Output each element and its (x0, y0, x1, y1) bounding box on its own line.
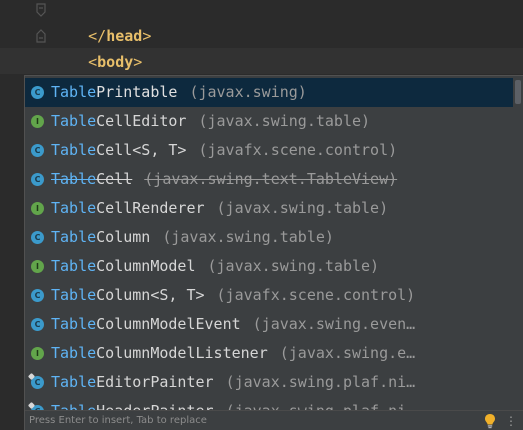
completion-item[interactable]: C TableColumnModelEvent (javax.swing.even… (25, 310, 513, 339)
completion-item-name: ColumnModel (96, 257, 196, 275)
completion-item-package: (javafx.scene.control) (198, 141, 398, 159)
class-icon: C (31, 173, 44, 186)
completion-item-match: Table (51, 228, 97, 246)
completion-scrollbar[interactable] (513, 78, 523, 412)
completion-item-name: EditorPainter (96, 373, 214, 391)
completion-item-package: (javax.swing) (189, 83, 307, 101)
footer-hint: Press Enter to insert, Tab to replace (29, 415, 207, 426)
completion-footer: Press Enter to insert, Tab to replace ⋮ (25, 410, 523, 430)
completion-item-match: Table (51, 257, 97, 275)
completion-item-name: Cell (96, 170, 133, 188)
code-line-body-open[interactable]: <body> (52, 23, 142, 71)
completion-item[interactable]: I TableColumnModel (javax.swing.table) (25, 252, 513, 281)
completion-item-match: Table (51, 344, 97, 362)
interface-icon: I (31, 260, 44, 273)
completion-item-package: (javax.swing.table) (162, 228, 334, 246)
scrollbar-thumb[interactable] (515, 80, 521, 104)
completion-item-name: CellRenderer (96, 199, 205, 217)
completion-item[interactable]: C TableCell (javax.swing.text.TableView) (25, 165, 513, 194)
completion-item-package: (javax.swing.table) (198, 112, 371, 130)
completion-item-package: (javax.swing.text.TableView) (144, 170, 398, 188)
completion-item-name: ColumnModelEvent (96, 315, 241, 333)
completion-item-match: Table (51, 199, 97, 217)
completion-item[interactable]: C TableEditorPainter (javax.swing.plaf.ni… (25, 368, 513, 397)
class-icon: C (31, 86, 44, 99)
completion-item-match: Table (51, 170, 97, 188)
completion-item-package: (javax.swing.table) (216, 199, 389, 217)
completion-item[interactable]: I TableCellRenderer (javax.swing.table) (25, 194, 513, 223)
class-icon: C (31, 231, 44, 244)
interface-icon: I (31, 202, 44, 215)
completion-item-package: (javafx.scene.control) (216, 286, 416, 304)
completion-item-match: Table (51, 112, 97, 130)
fold-marker-icon[interactable] (34, 29, 48, 45)
class-icon: C (31, 289, 44, 302)
completion-item-package: (javax.swing.even… (252, 315, 416, 333)
completion-item-name: ColumnModelListener (96, 344, 268, 362)
completion-item[interactable]: I TableColumnModelListener (javax.swing.e… (25, 339, 513, 368)
completion-item-package: (javax.swing.plaf.ni… (225, 373, 416, 391)
completion-item-name: Cell<S, T> (96, 141, 187, 159)
completion-item[interactable]: C TableColumn<S, T> (javafx.scene.control) (25, 281, 513, 310)
lightbulb-icon[interactable] (483, 413, 497, 429)
code-line-current[interactable]: table (52, 49, 136, 97)
completion-item-name: Column (96, 228, 151, 246)
completion-item-match: Table (51, 315, 97, 333)
completion-item[interactable]: I TableCellEditor (javax.swing.table) (25, 107, 513, 136)
class-icon: C (31, 376, 44, 389)
code-line-head-close[interactable]: </head> (52, 0, 151, 45)
completion-list[interactable]: C TablePrintable (javax.swing) I TableCellEd… (25, 78, 513, 412)
completion-item-name: CellEditor (96, 112, 187, 130)
class-icon: C (31, 318, 44, 331)
interface-icon: I (31, 347, 44, 360)
completion-item-name: Column<S, T> (96, 286, 205, 304)
completion-item-match: Table (51, 286, 97, 304)
completion-item-match: Table (51, 141, 97, 159)
completion-item-package: (javax.swing.table) (207, 257, 380, 275)
tag-close-bracket: > (142, 27, 152, 45)
completion-item-match: Table (51, 373, 97, 391)
completion-item[interactable]: C TablePrintable (javax.swing) (25, 78, 513, 107)
completion-popup[interactable]: C TablePrintable (javax.swing) I TableCellEd… (24, 75, 523, 430)
completion-item-package: (javax.swing.e… (279, 344, 416, 362)
completion-item[interactable]: C TableCell<S, T> (javafx.scene.control) (25, 136, 513, 165)
interface-icon: I (31, 115, 44, 128)
more-options-icon[interactable]: ⋮ (505, 413, 517, 429)
fold-marker-icon[interactable] (34, 3, 48, 19)
completion-item-name: Printable (96, 83, 178, 101)
completion-item[interactable]: C TableColumn (javax.swing.table) (25, 223, 513, 252)
class-icon: C (31, 144, 44, 157)
completion-item-match: Table (51, 83, 97, 101)
